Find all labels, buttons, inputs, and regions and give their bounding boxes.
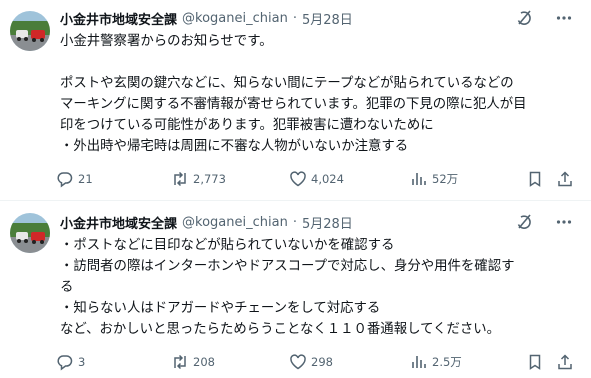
reply-count: 3 <box>78 355 86 369</box>
views-button[interactable]: 2.5万 <box>410 353 462 371</box>
tweet-text-line: ・ポストなどに目印などが貼られていないかを確認する <box>60 238 395 253</box>
repost-count: 208 <box>193 355 215 369</box>
tweet-top-icons <box>515 213 573 231</box>
like-count: 298 <box>311 355 333 369</box>
avatar[interactable] <box>10 213 50 253</box>
tweet-header: 小金井市地域安全課 @koganei_chian · 5月28日 <box>60 212 353 232</box>
tweet-text-line: ・知らない人はドアガードやチェーンをして対応する <box>60 301 381 316</box>
like-button[interactable]: 298 <box>289 353 333 371</box>
bookmark-icon <box>526 353 544 371</box>
tweet-actions: 3 208 298 2.5万 <box>56 353 576 373</box>
tweet[interactable]: 小金井市地域安全課 @koganei_chian · 5月28日 ・ポストなどに… <box>0 0 591 378</box>
bookmark-button[interactable] <box>526 353 544 371</box>
more-icon[interactable] <box>555 213 573 231</box>
tweet-text: ・ポストなどに目印などが貼られていないかを確認する ・訪問者の際はインターホンや… <box>60 235 585 340</box>
tweet-text-line: など、おかしいと思ったらためらうことなく１１０番通報してください。 <box>60 322 501 337</box>
views-icon <box>410 353 428 371</box>
views-count: 2.5万 <box>432 355 462 369</box>
share-icon <box>556 353 574 371</box>
repost-button[interactable]: 208 <box>171 353 215 371</box>
tweet-date[interactable]: 5月28日 <box>302 213 353 232</box>
share-button[interactable] <box>556 353 574 371</box>
like-icon <box>289 353 307 371</box>
tweet-text-line: る <box>60 280 74 295</box>
grok-icon[interactable] <box>515 213 533 231</box>
author-name[interactable]: 小金井市地域安全課 <box>60 213 177 232</box>
dot-separator: · <box>292 214 297 230</box>
tweet-text-line: ・訪問者の際はインターホンやドアスコープで対応し、身分や用件を確認す <box>60 259 515 274</box>
repost-icon <box>171 353 189 371</box>
reply-icon <box>56 353 74 371</box>
reply-button[interactable]: 3 <box>56 353 85 371</box>
author-handle[interactable]: @koganei_chian <box>182 215 288 230</box>
